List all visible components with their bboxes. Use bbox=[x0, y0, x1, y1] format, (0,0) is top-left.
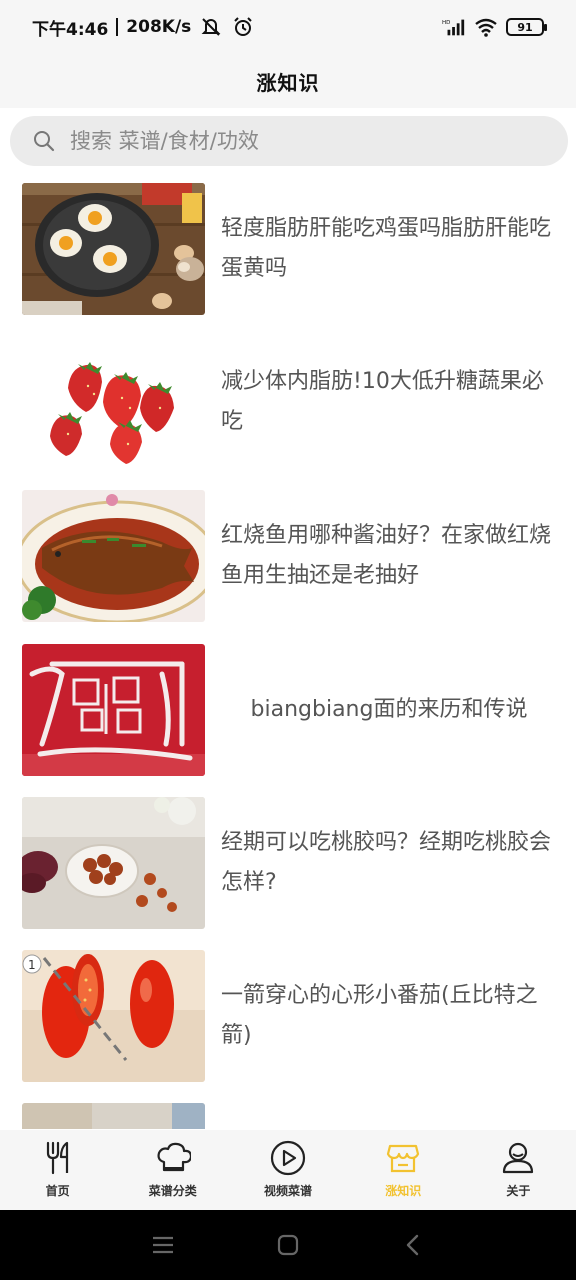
article-title: 减少体内脂肪!10大低升糖蔬果必吃 bbox=[221, 369, 544, 434]
user-icon bbox=[500, 1140, 536, 1176]
list-item[interactable]: 轻度脂肪肝能吃鸡蛋吗脂肪肝能吃蛋黄吗 bbox=[22, 183, 557, 315]
status-bar: 下午4:46 208K/s HD 91 bbox=[0, 0, 576, 54]
svg-text:1: 1 bbox=[28, 958, 36, 972]
article-title: 红烧鱼用哪种酱油好？在家做红烧鱼用生抽还是老抽好 bbox=[221, 523, 552, 588]
shop-icon bbox=[385, 1140, 421, 1176]
back-icon[interactable] bbox=[393, 1225, 433, 1265]
article-title: 一箭穿心的心形小番茄(丘比特之箭) bbox=[221, 983, 538, 1048]
nav-label: 涨知识 bbox=[385, 1184, 422, 1198]
svg-text:HD: HD bbox=[442, 20, 450, 26]
menu-icon[interactable] bbox=[143, 1225, 183, 1265]
search-bar[interactable] bbox=[10, 116, 568, 166]
article-title: 轻度脂肪肝能吃鸡蛋吗脂肪肝能吃蛋黄吗 bbox=[221, 216, 552, 281]
status-right: HD 91 bbox=[442, 16, 547, 38]
nav-item-about[interactable]: 关于 bbox=[461, 1130, 576, 1210]
tomatoes-image: 1 bbox=[22, 950, 205, 1082]
battery-icon: 91 bbox=[506, 18, 547, 36]
nav-item-video-recipes[interactable]: 视频菜谱 bbox=[230, 1130, 345, 1210]
strawberries-image bbox=[22, 336, 205, 468]
status-time: 下午4:46 bbox=[32, 19, 109, 40]
screen: 下午4:46 208K/s HD 91 涨知识 搜索 菜谱/食材/功效 轻度脂肪… bbox=[0, 0, 576, 1280]
list-item[interactable] bbox=[22, 1103, 557, 1129]
braised-fish-image bbox=[22, 490, 205, 622]
article-title: biangbiang面的来历和传说 bbox=[250, 697, 528, 722]
search-input[interactable] bbox=[70, 129, 530, 153]
play-icon bbox=[270, 1140, 306, 1176]
signal-icon: HD bbox=[442, 16, 466, 38]
nav-item-knowledge[interactable]: 涨知识 bbox=[346, 1130, 461, 1210]
list-item[interactable]: 经期可以吃桃胶吗？经期吃桃胶会怎样? bbox=[22, 797, 557, 929]
wifi-icon bbox=[474, 16, 498, 38]
mute-icon bbox=[199, 16, 223, 38]
search-icon bbox=[32, 129, 56, 153]
header: 涨知识 bbox=[0, 54, 576, 108]
biang-character-image bbox=[22, 644, 205, 776]
page-title: 涨知识 bbox=[256, 70, 320, 95]
list-item[interactable]: 红烧鱼用哪种酱油好？在家做红烧鱼用生抽还是老抽好 bbox=[22, 490, 557, 622]
status-separator bbox=[116, 18, 119, 36]
nav-label: 关于 bbox=[506, 1184, 531, 1198]
nav-label: 视频菜谱 bbox=[264, 1184, 313, 1198]
article-title: 经期可以吃桃胶吗？经期吃桃胶会怎样? bbox=[221, 830, 552, 895]
nav-item-home[interactable]: 首页 bbox=[0, 1130, 115, 1210]
alarm-icon bbox=[231, 16, 255, 38]
list-item[interactable]: 1 一箭穿心的心形小番茄(丘比特之箭) bbox=[22, 950, 557, 1082]
nav-label: 菜谱分类 bbox=[148, 1184, 197, 1198]
nav-item-recipe-categories[interactable]: 菜谱分类 bbox=[115, 1130, 230, 1210]
partial-thumbnail-image bbox=[22, 1103, 205, 1129]
fried-eggs-image bbox=[22, 183, 205, 315]
bottom-nav: 首页 菜谱分类 视频菜谱 涨知识 关于 bbox=[0, 1130, 576, 1210]
list-item[interactable]: biangbiang面的来历和传说 bbox=[22, 644, 557, 776]
status-network-speed: 208K/s bbox=[126, 17, 192, 37]
status-left: 下午4:46 208K/s bbox=[32, 15, 255, 40]
system-nav-bar bbox=[0, 1210, 576, 1280]
nav-label: 首页 bbox=[45, 1184, 70, 1198]
list-item[interactable]: 减少体内脂肪!10大低升糖蔬果必吃 bbox=[22, 336, 557, 468]
chef-hat-icon bbox=[155, 1140, 192, 1176]
peach-gum-image bbox=[22, 797, 205, 929]
home-icon[interactable] bbox=[268, 1225, 308, 1265]
article-list: 轻度脂肪肝能吃鸡蛋吗脂肪肝能吃蛋黄吗 减少体内脂肪!10大低升糖蔬果必吃 红烧鱼… bbox=[0, 183, 576, 1129]
fork-knife-icon bbox=[40, 1140, 76, 1176]
